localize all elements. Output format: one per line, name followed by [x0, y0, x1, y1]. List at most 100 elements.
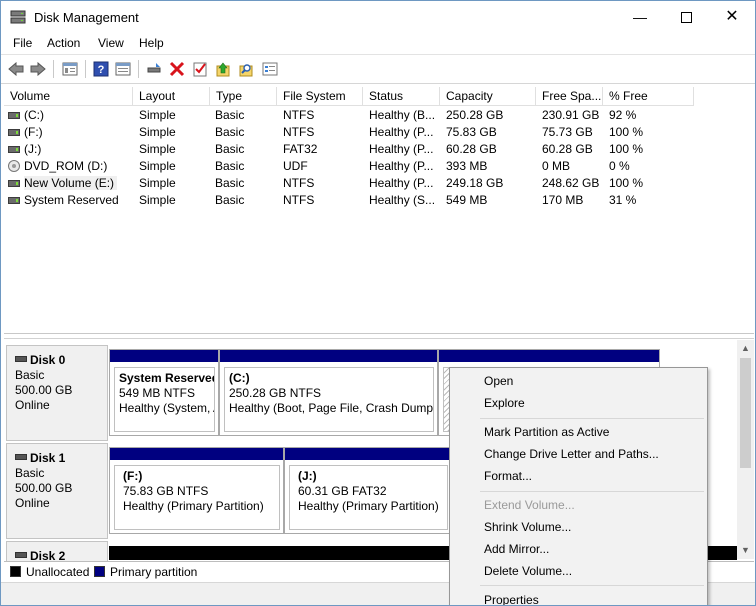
- check-button[interactable]: [190, 60, 210, 78]
- toolbar: ?: [1, 54, 755, 84]
- cell-free-space: 75.73 GB: [542, 125, 593, 139]
- list-icon: [262, 62, 278, 76]
- selected-volume-name: New Volume (E:): [24, 176, 118, 190]
- context-menu-delete-volume[interactable]: Delete Volume...: [450, 560, 707, 582]
- disk-name: Disk 1: [30, 451, 66, 465]
- scroll-thumb[interactable]: [740, 358, 751, 468]
- disk-icon: [15, 356, 27, 362]
- table-row[interactable]: DVD_ROM (D:) Simple Basic UDF Healthy (P... 3…: [4, 158, 749, 175]
- column-header-percent-free[interactable]: % Free: [603, 87, 694, 106]
- disk-1-label[interactable]: Disk 1 Basic 500.00 GB Online: [6, 443, 108, 539]
- disk-0-label[interactable]: Disk 0 Basic 500.00 GB Online: [6, 345, 108, 441]
- toolbar-separator: [53, 60, 54, 78]
- cell-file-system: UDF: [283, 159, 308, 173]
- svg-text:?: ?: [98, 64, 105, 76]
- help-button[interactable]: ?: [91, 60, 111, 78]
- partition-f[interactable]: (F:) 75.83 GB NTFS Healthy (Primary Part…: [109, 447, 284, 534]
- connect-icon: [147, 63, 161, 73]
- cell-percent-free: 0 %: [609, 159, 630, 173]
- view-button[interactable]: [113, 60, 133, 78]
- cell-free-space: 60.28 GB: [542, 142, 593, 156]
- properties-button[interactable]: [60, 60, 80, 78]
- cell-percent-free: 92 %: [609, 108, 637, 122]
- cell-free-space: 248.62 GB: [542, 176, 600, 190]
- cell-type: Basic: [215, 193, 245, 207]
- menu-separator: [480, 491, 704, 492]
- column-header-volume[interactable]: Volume: [4, 87, 133, 106]
- table-row[interactable]: (J:) Simple Basic FAT32 Healthy (P... 60.28 G…: [4, 141, 749, 158]
- partition-name: (F:): [123, 469, 143, 483]
- context-menu-format[interactable]: Format...: [450, 465, 707, 487]
- up-icon: [216, 62, 230, 77]
- list-button[interactable]: [260, 60, 280, 78]
- cell-capacity: 250.28 GB: [446, 108, 504, 122]
- back-button[interactable]: [6, 60, 26, 78]
- disk-size: 500.00 GB: [15, 481, 73, 495]
- primary-partition-bar: [439, 350, 659, 362]
- cell-volume: (F:): [24, 125, 43, 139]
- context-menu-explore[interactable]: Explore: [450, 392, 707, 414]
- table-row[interactable]: (C:) Simple Basic NTFS Healthy (B... 250.28 G…: [4, 107, 749, 124]
- column-header-type[interactable]: Type: [210, 87, 277, 106]
- partition-system-reserved[interactable]: System Reserved 549 MB NTFS Healthy (Sys…: [109, 349, 219, 436]
- table-row[interactable]: New Volume (E:) Simple Basic NTFS Healthy (P…: [4, 175, 749, 192]
- delete-button[interactable]: [167, 60, 187, 78]
- cell-file-system: NTFS: [283, 108, 315, 122]
- delete-icon: [169, 61, 185, 77]
- primary-partition-bar: [220, 350, 437, 362]
- context-menu-change-drive-letter[interactable]: Change Drive Letter and Paths...: [450, 443, 707, 465]
- properties-icon: [62, 62, 78, 76]
- table-row[interactable]: System Reserved Simple Basic NTFS Healthy (S…: [4, 192, 749, 209]
- forward-button[interactable]: [28, 60, 48, 78]
- context-menu-add-mirror[interactable]: Add Mirror...: [450, 538, 707, 560]
- table-row[interactable]: (F:) Simple Basic NTFS Healthy (P... 75.83 GB…: [4, 124, 749, 141]
- disk-state: Online: [15, 496, 50, 510]
- scroll-down-button[interactable]: ▼: [737, 542, 754, 559]
- disk-2-label[interactable]: Disk 2: [6, 541, 108, 561]
- menu-action[interactable]: Action: [47, 36, 80, 50]
- unallocated-swatch: [10, 566, 21, 577]
- cell-volume: (J:): [24, 142, 42, 156]
- cell-free-space: 0 MB: [542, 159, 571, 173]
- disk-state: Online: [15, 398, 50, 412]
- disk-panel-scrollbar[interactable]: ▲ ▼: [737, 340, 754, 559]
- partition-c[interactable]: (C:) 250.28 GB NTFS Healthy (Boot, Page …: [219, 349, 438, 436]
- cell-status: Healthy (P...: [369, 176, 434, 190]
- disk-management-app-icon: [10, 10, 26, 24]
- context-menu-open[interactable]: Open: [450, 370, 707, 392]
- menu-help[interactable]: Help: [139, 36, 164, 50]
- partition-info: System Reserved 549 MB NTFS Healthy (Sys…: [114, 367, 215, 432]
- up-button[interactable]: [213, 60, 233, 78]
- column-header-status[interactable]: Status: [363, 87, 440, 106]
- drive-icon: [8, 112, 20, 119]
- search-button[interactable]: [236, 60, 256, 78]
- scroll-up-button[interactable]: ▲: [737, 340, 754, 357]
- primary-partition-bar: [110, 448, 283, 460]
- legend-primary-partition: Primary partition: [110, 565, 198, 579]
- context-menu-mark-active[interactable]: Mark Partition as Active: [450, 421, 707, 443]
- title-bar[interactable]: Disk Management — ✕: [1, 1, 755, 33]
- context-menu-properties[interactable]: Properties: [450, 589, 707, 605]
- column-header-file-system[interactable]: File System: [277, 87, 363, 106]
- volume-list[interactable]: Volume Layout Type File System Status Ca…: [4, 86, 754, 334]
- column-header-free-space[interactable]: Free Spa...: [536, 87, 603, 106]
- disk-icon: [15, 454, 27, 460]
- cell-status: Healthy (P...: [369, 142, 434, 156]
- context-menu-shrink-volume[interactable]: Shrink Volume...: [450, 516, 707, 538]
- minimize-icon: —: [633, 9, 647, 25]
- column-header-capacity[interactable]: Capacity: [440, 87, 536, 106]
- maximize-button[interactable]: [663, 1, 709, 33]
- cell-status: Healthy (S...: [369, 193, 436, 207]
- connect-button[interactable]: [144, 60, 164, 78]
- column-header-layout[interactable]: Layout: [133, 87, 210, 106]
- close-button[interactable]: ✕: [709, 1, 755, 33]
- menu-file[interactable]: File: [13, 36, 32, 50]
- menu-view[interactable]: View: [98, 36, 124, 50]
- partition-j[interactable]: (J:) 60.31 GB FAT32 Healthy (Primary Par…: [284, 447, 452, 534]
- minimize-button[interactable]: —: [617, 1, 663, 33]
- forward-icon: [30, 62, 46, 76]
- partition-status: Healthy (System, A: [119, 401, 215, 415]
- view-icon: [115, 62, 131, 76]
- cell-status: Healthy (B...: [369, 108, 436, 122]
- back-icon: [8, 62, 24, 76]
